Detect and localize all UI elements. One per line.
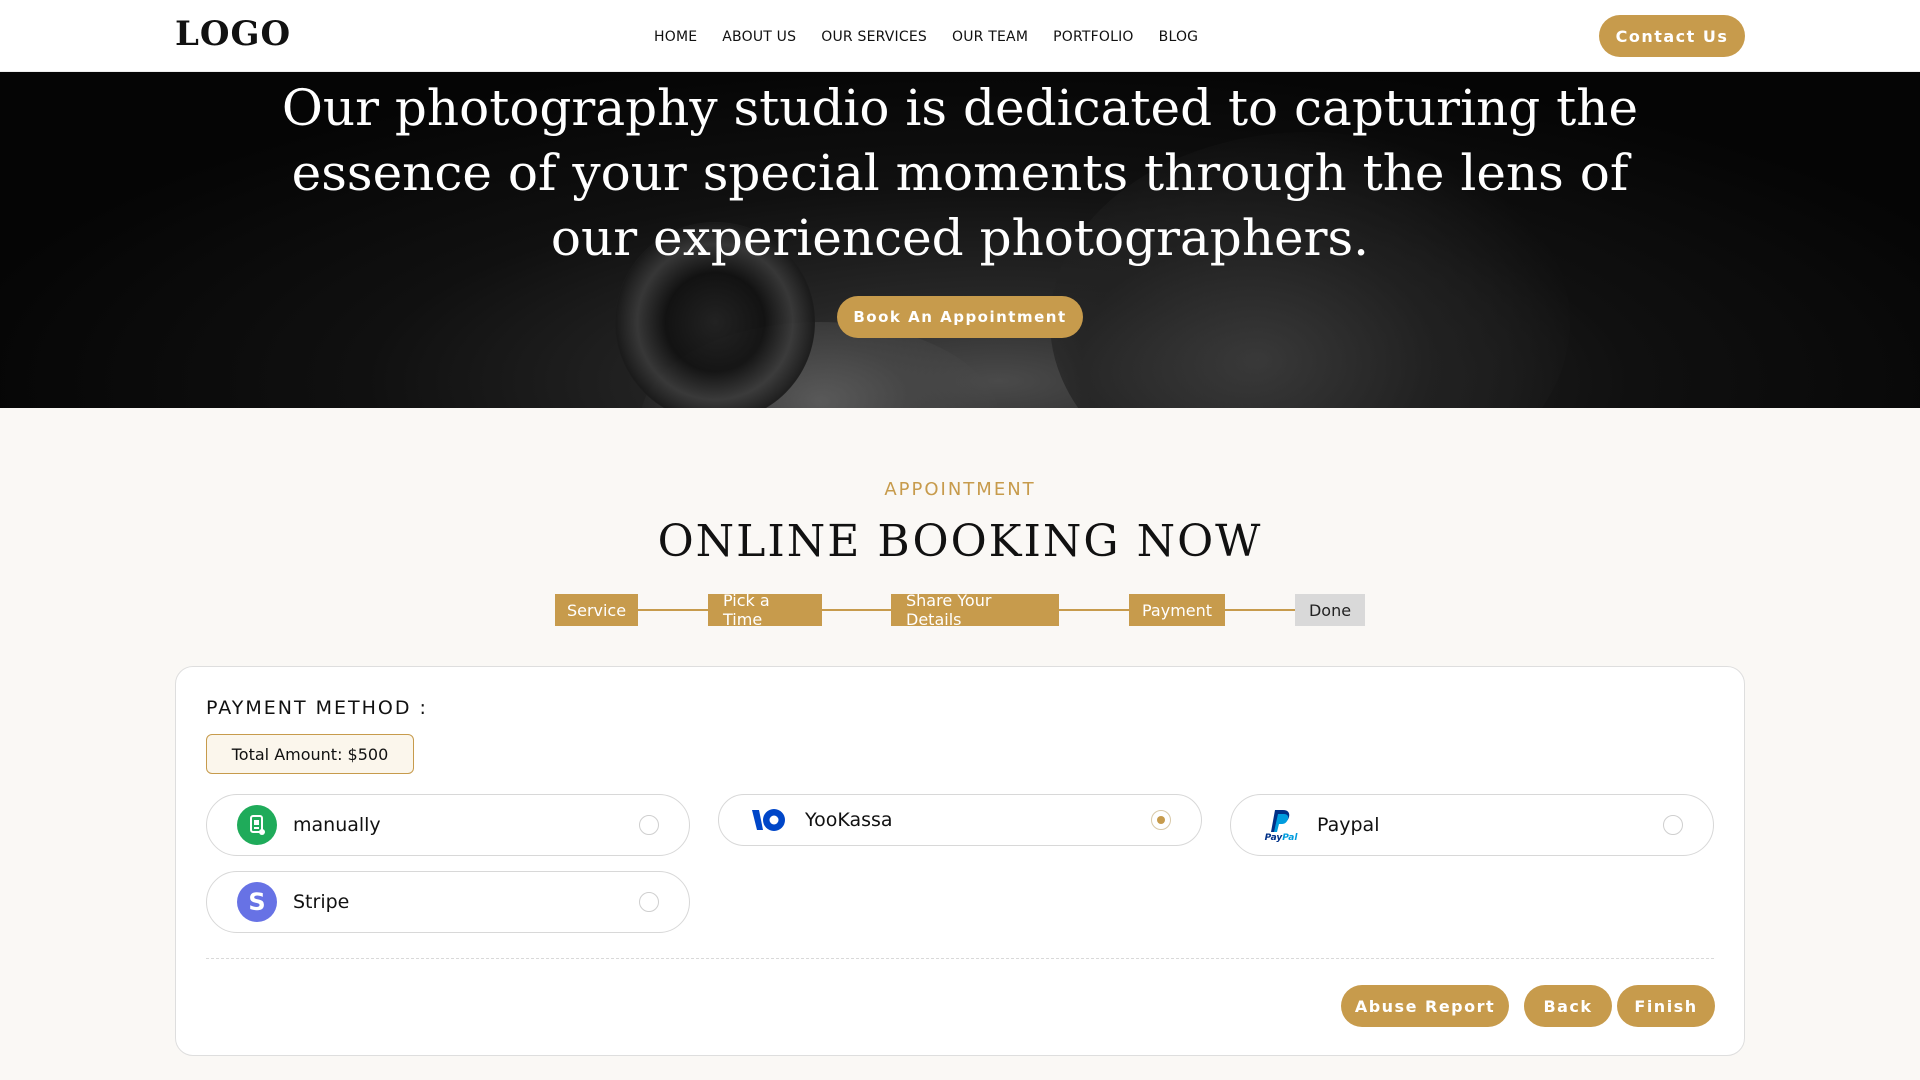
payment-radio[interactable] [639, 892, 659, 912]
book-appointment-button[interactable]: Book An Appointment [837, 296, 1083, 338]
site-header: LOGO HOME ABOUT US OUR SERVICES OUR TEAM… [0, 0, 1920, 72]
payment-radio-selected[interactable] [1151, 810, 1171, 830]
section-title: ONLINE BOOKING NOW [657, 516, 1263, 567]
hero-banner: Our photography studio is dedicated to c… [0, 72, 1920, 408]
payment-card: PAYMENT METHOD : Total Amount: $500 manu… [175, 666, 1745, 1056]
back-button[interactable]: Back [1524, 985, 1612, 1027]
payment-method-title: PAYMENT METHOD : [206, 697, 428, 719]
payment-option-yookassa[interactable]: YooKassa [718, 794, 1202, 846]
step-share-your-details[interactable]: Share Your Details [891, 591, 1059, 629]
payment-option-label: Paypal [1317, 814, 1380, 836]
logo[interactable]: LOGO [175, 14, 291, 54]
total-amount-badge: Total Amount: $500 [206, 734, 414, 774]
nav-our-services[interactable]: OUR SERVICES [821, 27, 927, 47]
paypal-icon: PayPal [1261, 805, 1301, 845]
card-divider [206, 958, 1714, 959]
step-payment[interactable]: Payment [1129, 594, 1225, 626]
payment-option-label: Stripe [293, 891, 350, 913]
step-service[interactable]: Service [555, 594, 638, 626]
main-nav: HOME ABOUT US OUR SERVICES OUR TEAM PORT… [654, 27, 1198, 47]
payment-radio[interactable] [1663, 815, 1683, 835]
hero-title: Our photography studio is dedicated to c… [281, 79, 1639, 267]
finish-button[interactable]: Finish [1617, 985, 1715, 1027]
booking-steps: Service Pick a Time Share Your Details P… [555, 591, 1365, 629]
payment-radio[interactable] [639, 815, 659, 835]
payment-option-label: manually [293, 814, 381, 836]
step-pick-a-time[interactable]: Pick a Time [708, 591, 822, 629]
nav-blog[interactable]: BLOG [1159, 27, 1199, 47]
yookassa-icon [749, 800, 789, 840]
nav-portfolio[interactable]: PORTFOLIO [1053, 27, 1134, 47]
abuse-report-button[interactable]: Abuse Report [1341, 985, 1509, 1027]
nav-our-team[interactable]: OUR TEAM [952, 27, 1028, 47]
manual-payment-icon [237, 805, 277, 845]
payment-option-paypal[interactable]: PayPal Paypal [1230, 794, 1714, 856]
stripe-icon: S [237, 882, 277, 922]
payment-option-label: YooKassa [805, 809, 893, 831]
payment-option-manually[interactable]: manually [206, 794, 690, 856]
step-done[interactable]: Done [1295, 594, 1365, 626]
nav-about-us[interactable]: ABOUT US [722, 27, 796, 47]
section-kicker: APPOINTMENT [884, 479, 1036, 500]
payment-option-stripe[interactable]: S Stripe [206, 871, 690, 933]
contact-us-button[interactable]: Contact Us [1599, 15, 1745, 57]
nav-home[interactable]: HOME [654, 27, 697, 47]
